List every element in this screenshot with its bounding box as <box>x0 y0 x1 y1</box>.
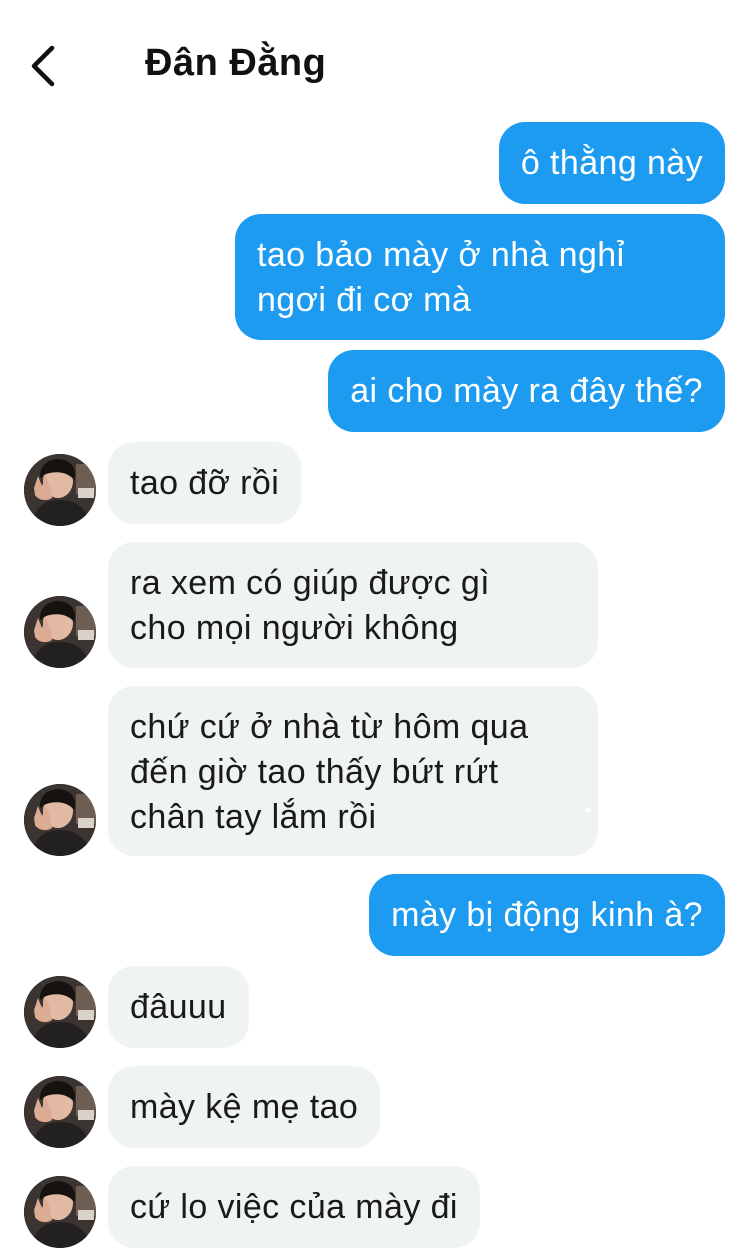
outgoing-message[interactable]: ai cho mày ra đây thế? <box>328 350 725 432</box>
incoming-message[interactable]: cứ lo việc của mày đi <box>108 1166 480 1248</box>
incoming-message[interactable]: mày kệ mẹ tao <box>108 1066 381 1148</box>
conversation-header: Đân Đằng <box>0 0 750 120</box>
avatar[interactable] <box>24 454 96 526</box>
avatar[interactable] <box>24 1176 96 1248</box>
outgoing-message[interactable]: tao bảo mày ở nhà nghỉ ngơi đi cơ mà <box>235 214 725 340</box>
avatar[interactable] <box>24 784 96 856</box>
contact-name: Đân Đằng <box>145 42 327 84</box>
read-indicator <box>585 807 591 813</box>
back-button[interactable] <box>26 44 66 88</box>
incoming-message[interactable]: ra xem có giúp được gì cho mọi người khô… <box>108 542 598 668</box>
chevron-left-icon <box>31 45 55 87</box>
avatar[interactable] <box>24 596 96 668</box>
avatar[interactable] <box>24 976 96 1048</box>
outgoing-message[interactable]: mày bị động kinh à? <box>369 874 725 956</box>
incoming-message[interactable]: chứ cứ ở nhà từ hôm qua đến giờ tao thấy… <box>108 686 598 856</box>
outgoing-message[interactable]: ô thằng này <box>498 122 725 204</box>
incoming-message[interactable]: tao đỡ rồi <box>108 442 302 524</box>
incoming-message[interactable]: đâuuu <box>108 966 249 1048</box>
avatar[interactable] <box>24 1076 96 1148</box>
